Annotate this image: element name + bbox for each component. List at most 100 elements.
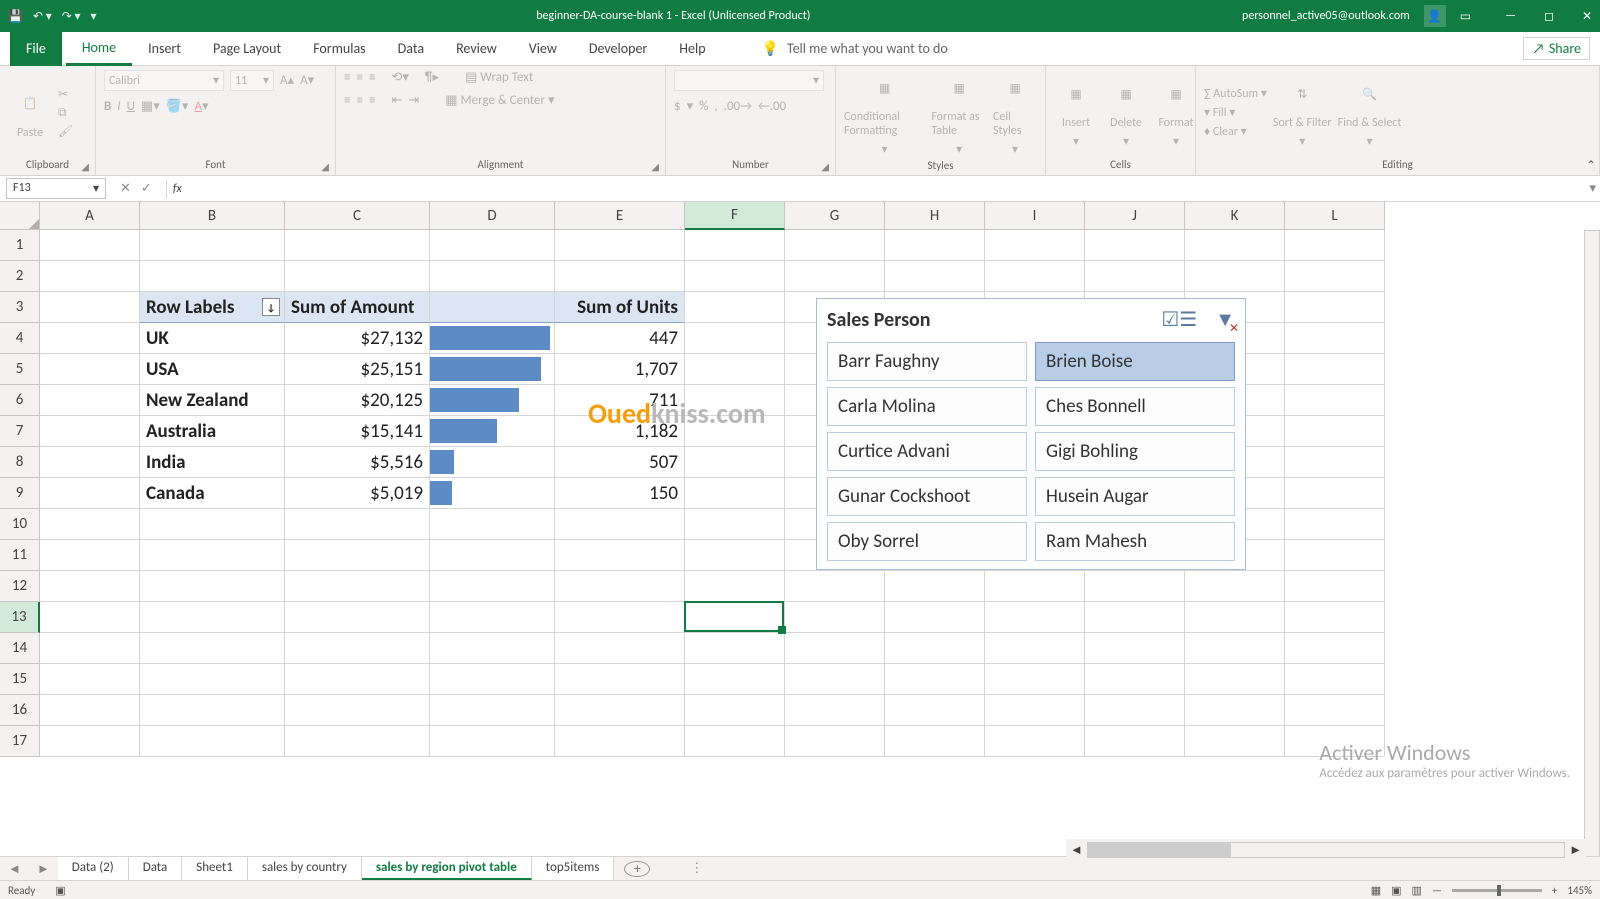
cell-C1[interactable] [285, 230, 430, 261]
align-bottom-icon[interactable]: ≡ [369, 70, 375, 85]
sheet-tab[interactable]: Data [129, 857, 183, 881]
cell-E2[interactable] [555, 261, 685, 292]
row-header-3[interactable]: 3 [0, 292, 40, 323]
sort-filter-button[interactable]: ⇅Sort & Filter▾ [1273, 76, 1332, 149]
number-format-select[interactable]: ▾ [674, 70, 824, 91]
cell-A5[interactable] [40, 354, 140, 385]
cell-A15[interactable] [40, 664, 140, 695]
cell-L2[interactable] [1285, 261, 1385, 292]
cell-D12[interactable] [430, 571, 555, 602]
paste-button[interactable]: 📋 Paste [8, 86, 52, 140]
comma-button[interactable]: , [714, 99, 717, 114]
user-email[interactable]: personnel_active05@outlook.com [1242, 9, 1410, 23]
horizontal-scrollbar[interactable]: ◄ ► [1066, 839, 1586, 861]
tab-nav-left-icon[interactable]: ◄ [0, 861, 29, 877]
cell-B3[interactable]: Row Labels↓ [140, 292, 285, 323]
cell-B16[interactable] [140, 695, 285, 726]
ribbon-display-icon[interactable]: ▭ [1460, 9, 1471, 24]
cell-A8[interactable] [40, 447, 140, 478]
cell-G12[interactable] [785, 571, 885, 602]
cell-E8[interactable]: 507 [555, 447, 685, 478]
cell-D2[interactable] [430, 261, 555, 292]
cell-G17[interactable] [785, 726, 885, 757]
increase-font-icon[interactable]: A▴ [280, 73, 294, 88]
view-page-layout-icon[interactable]: ▣ [1391, 884, 1401, 897]
column-header-H[interactable]: H [885, 202, 985, 230]
cell-B9[interactable]: Canada [140, 478, 285, 509]
cell-A12[interactable] [40, 571, 140, 602]
cell-B5[interactable]: USA [140, 354, 285, 385]
cell-C9[interactable]: $5,019 [285, 478, 430, 509]
cell-E10[interactable] [555, 509, 685, 540]
cell-D10[interactable] [430, 509, 555, 540]
user-avatar[interactable]: 👤 [1424, 5, 1446, 27]
font-name-select[interactable]: Calibri▾ [104, 70, 224, 91]
expand-formula-icon[interactable]: ▾ [1585, 181, 1600, 196]
cell-G16[interactable] [785, 695, 885, 726]
clear-filter-icon[interactable]: ▼✕ [1215, 308, 1235, 332]
zoom-level[interactable]: 145% [1567, 884, 1592, 897]
row-header-4[interactable]: 4 [0, 323, 40, 354]
cell-B13[interactable] [140, 602, 285, 633]
cell-A13[interactable] [40, 602, 140, 633]
cell-A9[interactable] [40, 478, 140, 509]
cell-F14[interactable] [685, 633, 785, 664]
cell-B10[interactable] [140, 509, 285, 540]
cell-I2[interactable] [985, 261, 1085, 292]
cell-B15[interactable] [140, 664, 285, 695]
bold-button[interactable]: B [104, 99, 111, 114]
cell-I15[interactable] [985, 664, 1085, 695]
orientation-icon[interactable]: ⟲▾ [391, 70, 408, 85]
row-header-7[interactable]: 7 [0, 416, 40, 447]
cell-F15[interactable] [685, 664, 785, 695]
insert-cells-button[interactable]: ▦Insert▾ [1054, 76, 1098, 149]
cell-A2[interactable] [40, 261, 140, 292]
cell-B8[interactable]: India [140, 447, 285, 478]
cell-L15[interactable] [1285, 664, 1385, 695]
tab-file[interactable]: File [10, 32, 62, 66]
cell-D17[interactable] [430, 726, 555, 757]
cell-G15[interactable] [785, 664, 885, 695]
row-headers[interactable]: 1234567891011121314151617 [0, 230, 40, 757]
sheet-tab[interactable]: sales by region pivot table [362, 857, 532, 881]
cell-F4[interactable] [685, 323, 785, 354]
cell-C17[interactable] [285, 726, 430, 757]
slicer-item[interactable]: Husein Augar [1035, 477, 1235, 516]
cell-D8[interactable] [430, 447, 555, 478]
undo-icon[interactable]: ↶ ▾ [33, 9, 52, 24]
cell-K16[interactable] [1185, 695, 1285, 726]
decrease-decimal-icon[interactable]: ←.00 [758, 99, 786, 114]
cell-A3[interactable] [40, 292, 140, 323]
column-header-J[interactable]: J [1085, 202, 1185, 230]
row-header-8[interactable]: 8 [0, 447, 40, 478]
autosum-button[interactable]: ∑ AutoSum ▾ [1204, 86, 1267, 101]
cell-H17[interactable] [885, 726, 985, 757]
cell-C11[interactable] [285, 540, 430, 571]
cell-K17[interactable] [1185, 726, 1285, 757]
sheet-tab[interactable]: top5items [532, 857, 615, 881]
cell-B4[interactable]: UK [140, 323, 285, 354]
column-header-A[interactable]: A [40, 202, 140, 230]
macro-record-icon[interactable]: ▣ [55, 884, 65, 897]
row-header-15[interactable]: 15 [0, 664, 40, 695]
column-header-B[interactable]: B [140, 202, 285, 230]
cell-C3[interactable]: Sum of Amount [285, 292, 430, 323]
cell-D3[interactable] [430, 292, 555, 323]
cell-C15[interactable] [285, 664, 430, 695]
cell-B1[interactable] [140, 230, 285, 261]
cell-K14[interactable] [1185, 633, 1285, 664]
tab-data[interactable]: Data [382, 32, 440, 66]
cell-D6[interactable] [430, 385, 555, 416]
slicer-item[interactable]: Ram Mahesh [1035, 522, 1235, 561]
slicer-sales-person[interactable]: Sales Person ☑☰ ▼✕ Barr FaughnyBrien Boi… [816, 298, 1246, 570]
percent-button[interactable]: % [699, 99, 708, 114]
increase-indent-icon[interactable]: ⇥ [408, 93, 419, 108]
cell-E4[interactable]: 447 [555, 323, 685, 354]
collapse-ribbon-icon[interactable]: ⌃ [1586, 158, 1596, 173]
format-as-table-button[interactable]: ▦Format as Table▾ [931, 70, 987, 157]
tab-insert[interactable]: Insert [132, 32, 197, 66]
pivot-filter-button[interactable]: ↓ [262, 298, 280, 316]
tab-formulas[interactable]: Formulas [297, 32, 381, 66]
cell-K12[interactable] [1185, 571, 1285, 602]
dialog-launcher-icon[interactable]: ◢ [821, 160, 829, 173]
